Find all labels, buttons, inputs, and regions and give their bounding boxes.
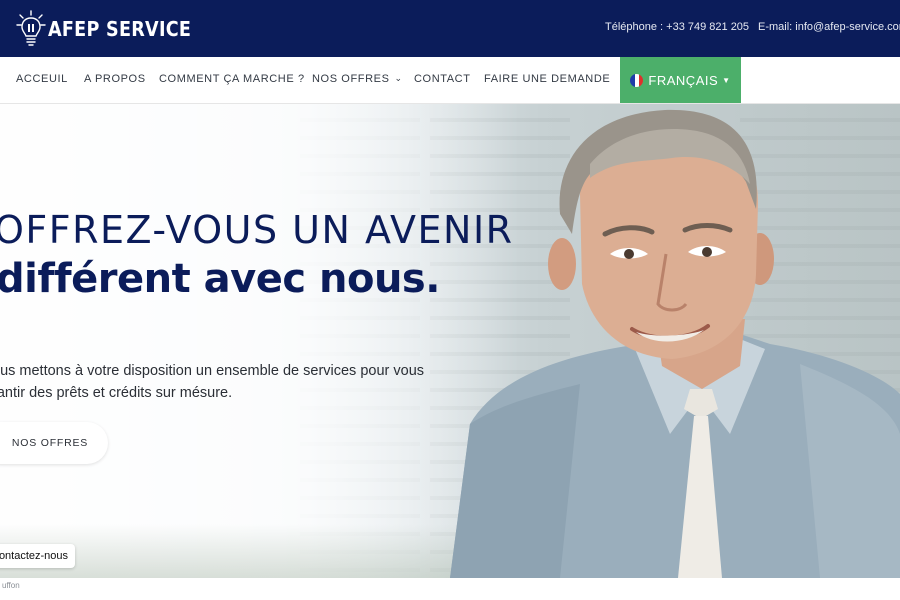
chevron-down-icon: ⌄ xyxy=(394,73,403,83)
contactez-nous-button[interactable]: ontactez-nous xyxy=(0,544,75,568)
nav-item-faire-une-demande[interactable]: FAIRE UNE DEMANDE xyxy=(484,73,610,85)
main-navigation: ACCEUIL A PROPOS COMMENT ÇA MARCHE ? NOS… xyxy=(0,57,900,104)
site-logo[interactable]: AFEP SERVICE xyxy=(16,10,211,48)
email-address[interactable]: E-mail: info@afep-service.com xyxy=(758,21,900,33)
nav-item-a-propos[interactable]: A PROPOS xyxy=(84,73,146,85)
hero-title-line-2: différent avec nous. xyxy=(0,256,440,302)
nos-offres-button[interactable]: NOS OFFRES xyxy=(0,422,108,464)
nav-item-acceuil[interactable]: ACCEUIL xyxy=(16,73,68,85)
hero-section: OFFREZ-VOUS UN AVENIR différent avec nou… xyxy=(0,104,900,578)
footer-strip: uffon xyxy=(0,578,900,600)
hero-subtitle: ous mettons à votre disposition un ensem… xyxy=(0,360,452,404)
phone-number[interactable]: Téléphone : +33 749 821 205 xyxy=(605,21,749,33)
language-label: FRANÇAIS xyxy=(648,72,719,88)
hero-subtitle-line-2: rantir des prêts et crédits sur mésure. xyxy=(0,385,233,401)
nav-item-nos-offres[interactable]: NOS OFFRES ⌄ xyxy=(312,73,403,85)
language-selector-button[interactable]: FRANÇAIS ▼ xyxy=(620,57,741,103)
smiling-businessman-photo xyxy=(450,109,900,578)
caret-down-icon: ▼ xyxy=(722,75,731,85)
nav-item-nos-offres-label: NOS OFFRES xyxy=(312,73,390,85)
top-header-bar: AFEP SERVICE Téléphone : +33 749 821 205… xyxy=(0,0,900,57)
lightbulb-logo-icon xyxy=(16,10,46,46)
hero-subtitle-line-1: ous mettons à votre disposition un ensem… xyxy=(0,363,425,379)
nav-item-contact[interactable]: CONTACT xyxy=(414,73,471,85)
hero-title-line-1: OFFREZ-VOUS UN AVENIR xyxy=(0,208,514,252)
logo-text: AFEP SERVICE xyxy=(48,17,192,41)
france-flag-icon xyxy=(630,73,644,87)
nav-item-comment-ca-marche[interactable]: COMMENT ÇA MARCHE ? xyxy=(159,73,305,85)
footer-label: uffon xyxy=(2,581,20,590)
